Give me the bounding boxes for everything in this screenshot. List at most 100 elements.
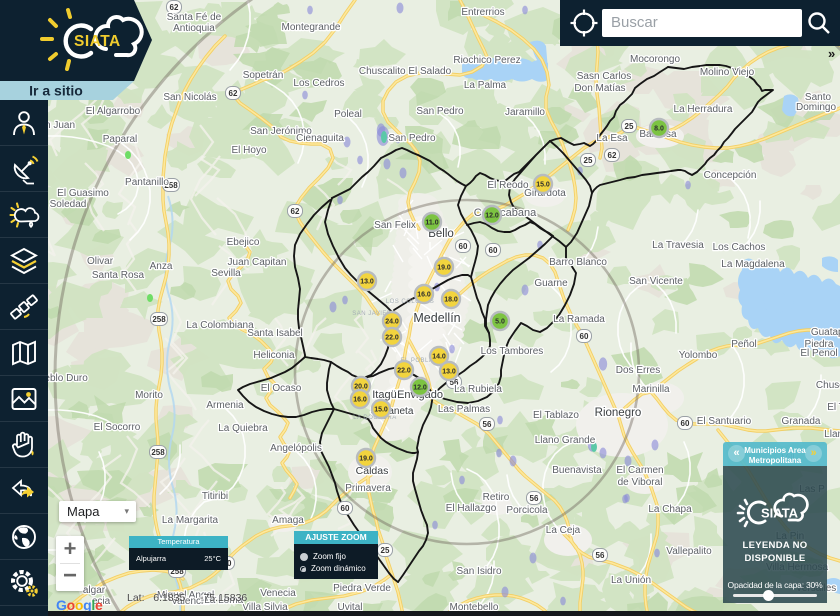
svg-text:60: 60 [580, 332, 589, 341]
svg-text:Medellín: Medellín [413, 311, 460, 325]
svg-text:San Pedro: San Pedro [388, 133, 436, 144]
svg-text:Itagüí: Itagüí [372, 389, 400, 401]
svg-text:56: 56 [596, 551, 605, 560]
svg-text:La Colombiana: La Colombiana [186, 320, 254, 331]
svg-text:Los Cachos: Los Cachos [713, 242, 766, 253]
svg-text:Peñol: Peñol [731, 339, 757, 350]
svg-text:15.0: 15.0 [536, 182, 550, 189]
svg-text:de Viboral: de Viboral [618, 477, 663, 488]
svg-text:San Nicolás: San Nicolás [163, 92, 216, 103]
svg-text:Llano Grande: Llano Grande [535, 435, 596, 446]
svg-text:El Hoyo: El Hoyo [231, 145, 266, 156]
svg-text:El Tablazo: El Tablazo [533, 410, 579, 421]
svg-text:La Unión: La Unión [611, 575, 651, 586]
svg-text:18.0: 18.0 [444, 297, 458, 304]
svg-text:La Travesia: La Travesia [652, 240, 704, 251]
svg-text:Antioquia: Antioquia [173, 23, 215, 34]
svg-text:Amaga: Amaga [272, 515, 304, 526]
svg-text:Riochico Perez: Riochico Perez [453, 55, 520, 66]
svg-text:60: 60 [341, 504, 350, 513]
svg-text:Molino Viejo: Molino Viejo [700, 67, 755, 78]
svg-text:Don Matías: Don Matías [574, 83, 625, 94]
svg-text:62: 62 [170, 3, 179, 12]
svg-text:San Pedro: San Pedro [416, 106, 464, 117]
svg-text:Caldas: Caldas [356, 465, 389, 477]
svg-text:Mocorongo: Mocorongo [630, 54, 680, 65]
svg-text:SIATA: SIATA [761, 506, 799, 521]
svg-text:Entrerrios: Entrerrios [461, 7, 504, 18]
svg-text:Pantanillo: Pantanillo [125, 177, 169, 188]
svg-text:San Vicente: San Vicente [629, 276, 683, 287]
svg-text:5.0: 5.0 [495, 319, 505, 326]
svg-text:Chuscal: Chuscal [816, 380, 840, 391]
svg-text:Granada: Granada [782, 416, 821, 427]
svg-text:La Quiebra: La Quiebra [218, 423, 268, 434]
svg-text:60: 60 [489, 246, 498, 255]
svg-text:algar: algar [83, 585, 106, 596]
svg-text:25: 25 [625, 122, 634, 131]
svg-text:El Ocaso: El Ocaso [261, 383, 302, 394]
svg-text:La Palma: La Palma [464, 80, 507, 91]
svg-text:13.0: 13.0 [442, 369, 456, 376]
svg-text:56: 56 [483, 420, 492, 429]
svg-text:Chuscalito El Salado: Chuscalito El Salado [359, 66, 452, 77]
svg-text:Guatapé: Guatapé [811, 327, 840, 338]
svg-text:12.0: 12.0 [485, 213, 499, 220]
svg-text:Porcicola: Porcicola [506, 505, 548, 516]
svg-text:14.0: 14.0 [432, 354, 446, 361]
svg-text:El T: El T [827, 402, 840, 413]
svg-text:SIATA: SIATA [74, 33, 121, 50]
svg-text:22.0: 22.0 [397, 368, 411, 375]
svg-text:62: 62 [229, 89, 238, 98]
svg-text:El Guasimo: El Guasimo [57, 188, 109, 199]
svg-text:Sasn Carlos: Sasn Carlos [577, 71, 631, 82]
svg-text:62: 62 [291, 207, 300, 216]
svg-text:El Santuario: El Santuario [697, 416, 752, 427]
svg-text:Marinilla: Marinilla [632, 384, 670, 395]
svg-text:La Magdalena: La Magdalena [721, 259, 785, 270]
svg-text:13.0: 13.0 [360, 279, 374, 286]
svg-text:San Felix: San Felix [374, 220, 416, 231]
svg-text:El Reodo: El Reodo [487, 180, 529, 191]
svg-text:Vallepalito: Vallepalito [666, 546, 712, 557]
svg-text:Las Palmas: Las Palmas [438, 404, 490, 415]
svg-text:258: 258 [152, 315, 166, 324]
svg-text:Piedra Verde: Piedra Verde [333, 583, 391, 594]
svg-text:Concepción: Concepción [704, 170, 757, 181]
svg-text:El Hallazgo: El Hallazgo [446, 503, 497, 514]
svg-text:Ebejico: Ebejico [227, 237, 260, 248]
svg-text:»: » [828, 46, 835, 61]
svg-text:Yolombo: Yolombo [679, 350, 718, 361]
svg-text:12.0: 12.0 [413, 385, 427, 392]
svg-text:60: 60 [459, 242, 468, 251]
svg-text:Heliconia: Heliconia [253, 350, 295, 361]
svg-text:San Isidro: San Isidro [456, 566, 501, 577]
svg-text:Santa Fé de: Santa Fé de [167, 12, 222, 23]
svg-text:Morito: Morito [135, 390, 163, 401]
svg-text:Buenavista: Buenavista [552, 465, 602, 476]
svg-text:Primavera: Primavera [345, 483, 391, 494]
svg-text:Venecia: Venecia [260, 588, 296, 599]
svg-text:25: 25 [381, 546, 390, 555]
svg-text:Llam: Llam [824, 429, 840, 440]
svg-text:La Ceja: La Ceja [546, 525, 581, 536]
svg-text:Sopetrán: Sopetrán [243, 70, 284, 81]
svg-text:25: 25 [584, 156, 593, 165]
svg-text:Soledad: Soledad [50, 199, 87, 210]
svg-text:Juan Capitan: Juan Capitan [228, 257, 287, 268]
svg-text:Guarne: Guarne [534, 278, 568, 289]
svg-text:Los Tambores: Los Tambores [481, 346, 544, 357]
svg-text:Angelópolis: Angelópolis [270, 443, 322, 454]
svg-text:El Socorro: El Socorro [94, 422, 141, 433]
svg-text:La Rubiela: La Rubiela [454, 384, 502, 395]
svg-text:Poleal: Poleal [334, 109, 362, 120]
svg-text:El Algarrobo: El Algarrobo [86, 106, 141, 117]
svg-text:62: 62 [608, 151, 617, 160]
svg-text:8.0: 8.0 [654, 126, 664, 133]
svg-text:19.0: 19.0 [359, 456, 373, 463]
svg-text:Rionegro: Rionegro [595, 407, 642, 419]
svg-text:60: 60 [681, 419, 690, 428]
svg-text:Paparal: Paparal [103, 134, 137, 145]
svg-text:19.0: 19.0 [437, 265, 451, 272]
svg-text:11.0: 11.0 [425, 220, 438, 227]
